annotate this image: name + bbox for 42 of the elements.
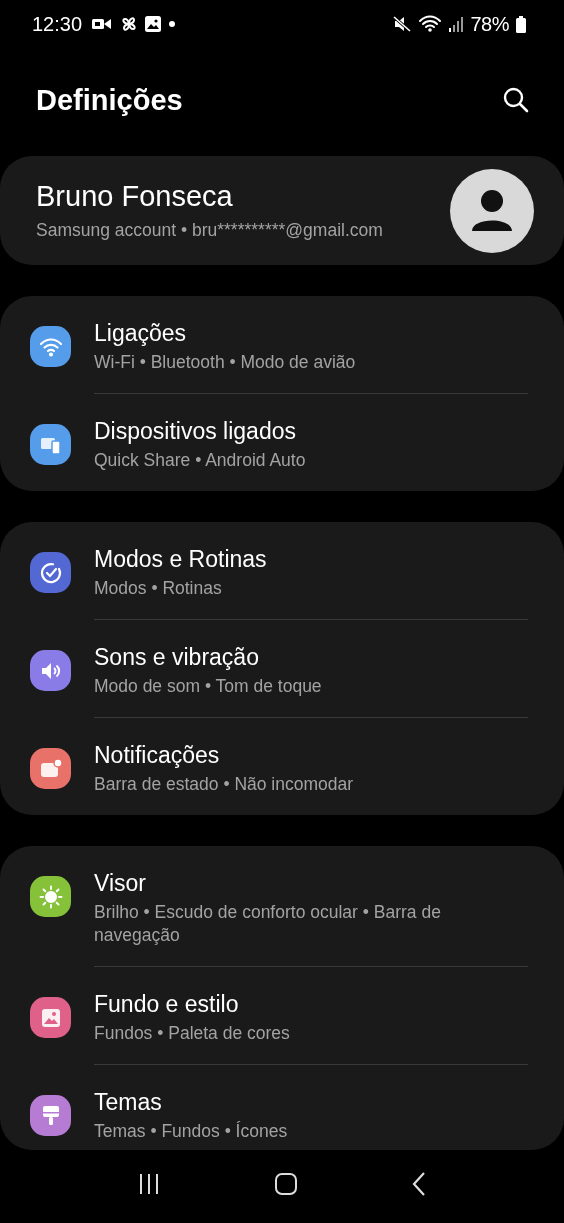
item-title: Modos e Rotinas xyxy=(94,545,268,574)
item-title: Fundo e estilo xyxy=(94,990,240,1019)
settings-item[interactable]: Temas Temas • Fundos • Ícones xyxy=(0,1065,564,1150)
gallery-icon xyxy=(145,16,162,32)
item-title: Dispositivos ligados xyxy=(94,417,297,446)
account-name: Bruno Fonseca xyxy=(36,179,234,213)
settings-item[interactable]: Modos e Rotinas Modos • Rotinas xyxy=(0,522,564,620)
back-icon[interactable] xyxy=(411,1170,428,1197)
settings-item[interactable]: Visor Brilho • Escudo de conforto ocular • Barra de navegação xyxy=(0,846,564,967)
item-subtitle: Wi-Fi • Bluetooth • Modo de avião xyxy=(94,351,357,374)
settings-item[interactable]: Fundo e estilo Fundos • Paleta de cores xyxy=(0,967,564,1065)
account-card[interactable]: Bruno Fonseca Samsung account • bru**********@gmail.com xyxy=(0,156,564,265)
item-subtitle: Quick Share • Android Auto xyxy=(94,449,307,472)
item-subtitle: Temas • Fundos • Ícones xyxy=(94,1120,289,1143)
pinwheel-icon xyxy=(120,15,139,33)
item-subtitle: Barra de estado • Não incomodar xyxy=(94,773,355,796)
item-subtitle: Modos • Rotinas xyxy=(94,577,223,600)
battery-percentage: 78% xyxy=(470,12,509,36)
settings-item[interactable]: Dispositivos ligados Quick Share • Android Auto xyxy=(0,394,564,491)
mute-icon xyxy=(393,16,412,32)
settings-item[interactable]: Ligações Wi-Fi • Bluetooth • Modo de avião xyxy=(0,296,564,394)
item-title: Sons e vibração xyxy=(94,643,260,672)
dot-icon xyxy=(168,20,177,28)
settings-item[interactable]: Notificações Barra de estado • Não incomodar xyxy=(0,718,564,815)
page-title: Definições xyxy=(36,83,183,117)
item-title: Temas xyxy=(94,1088,163,1117)
cellular-signal-icon xyxy=(449,16,464,32)
item-title: Ligações xyxy=(94,319,188,348)
home-icon[interactable] xyxy=(274,1171,298,1196)
status-time: 12:30 xyxy=(32,12,83,36)
search-icon[interactable] xyxy=(502,86,530,114)
battery-icon xyxy=(516,15,526,33)
item-subtitle: Fundos • Paleta de cores xyxy=(94,1022,291,1045)
wifi-signal-icon xyxy=(418,15,443,33)
video-call-icon xyxy=(91,16,114,32)
item-title: Notificações xyxy=(94,741,221,770)
settings-item[interactable]: Sons e vibração Modo de som • Tom de toque xyxy=(0,620,564,718)
item-subtitle: Modo de som • Tom de toque xyxy=(94,675,323,698)
account-subtitle: Samsung account • bru**********@gmail.com xyxy=(36,218,383,242)
avatar-icon xyxy=(450,168,534,253)
item-subtitle: Brilho • Escudo de conforto ocular • Barra de navegação xyxy=(94,901,442,947)
item-title: Visor xyxy=(94,869,147,898)
